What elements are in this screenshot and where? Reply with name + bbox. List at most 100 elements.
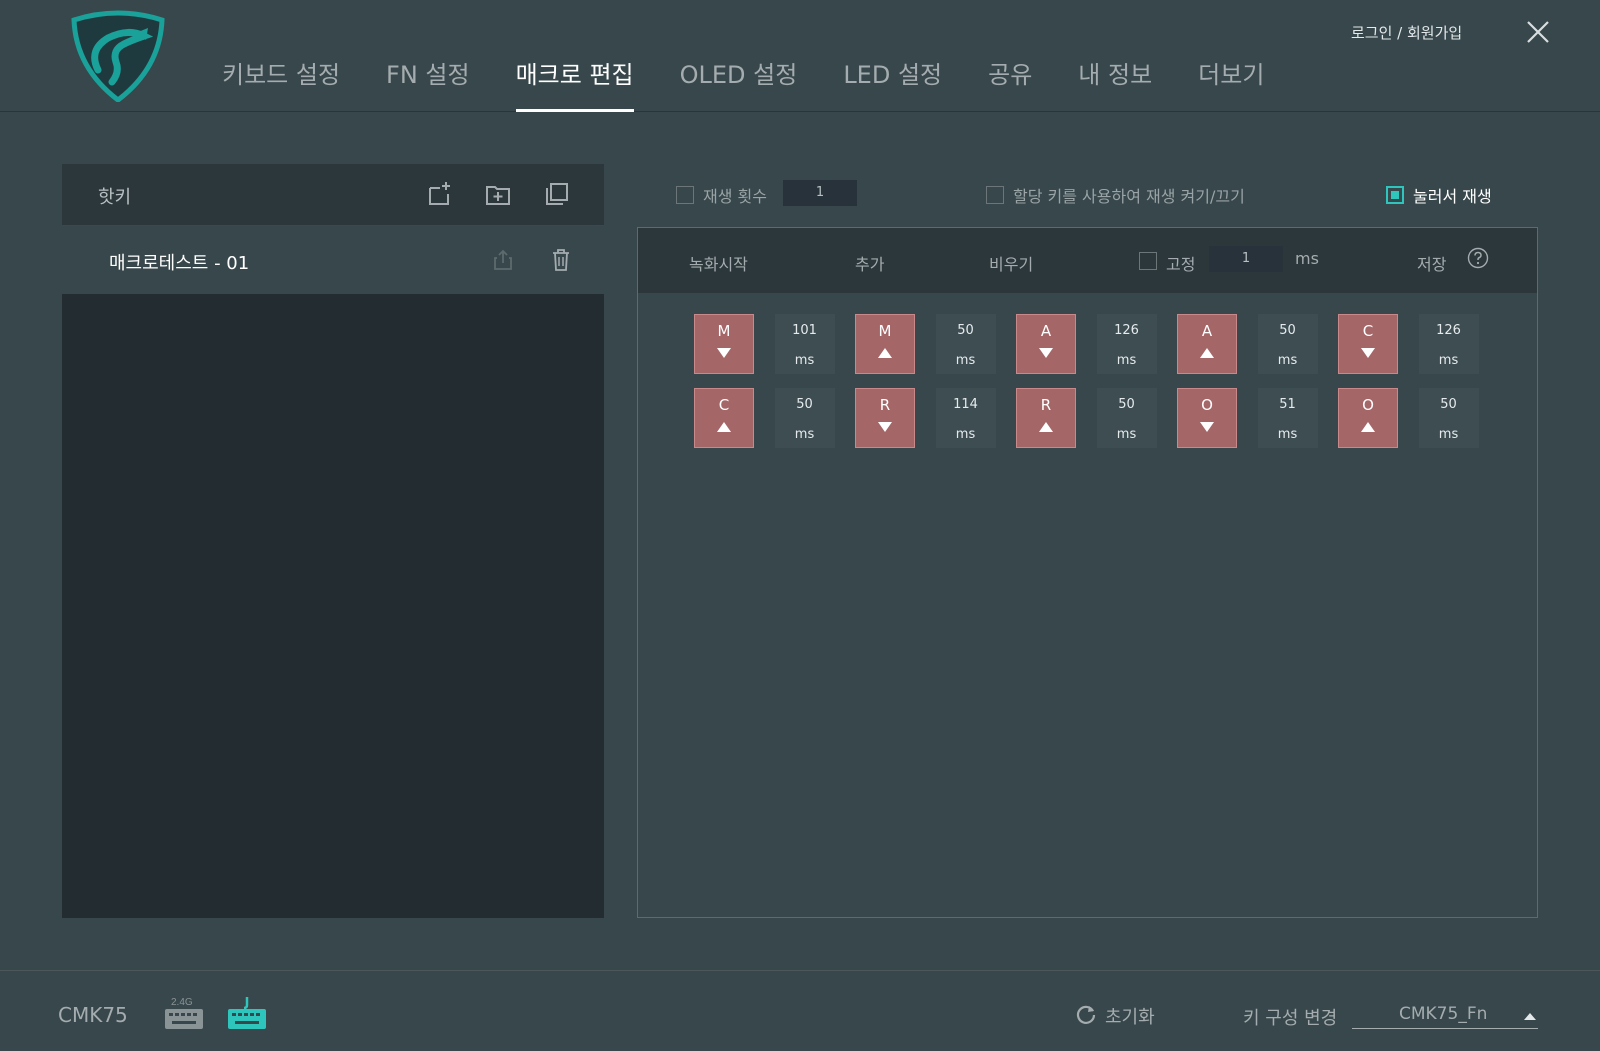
wireless-keyboard-icon[interactable]: 2.4G (163, 995, 205, 1031)
footer: CMK75 2.4G 초기화 키 구성 변경 CMK75_Fn (0, 970, 1600, 1051)
playback-options: 재생 횟수 1 할당 키를 사용하여 재생 켜기/끄기 눌러서 재생 (676, 180, 1516, 213)
snake-shield-logo (71, 10, 165, 102)
delay-value: 101 (792, 323, 817, 338)
macro-editor: 녹화시작 추가 비우기 고정 1 ms 저장 M 101 ms M 50 ms A 126 ms… (637, 227, 1538, 918)
trash-icon[interactable] (550, 248, 572, 272)
macro-key-label: O (1362, 396, 1374, 414)
hold-to-play-label: 눌러서 재생 (1413, 187, 1492, 206)
arrow-up-icon (717, 422, 731, 432)
tab-my-info[interactable]: 내 정보 (1078, 55, 1152, 112)
key-config-value: CMK75_Fn (1399, 1004, 1488, 1024)
close-icon[interactable] (1524, 18, 1552, 46)
fixed-delay-unit: ms (1295, 249, 1319, 268)
new-macro-icon[interactable] (426, 180, 454, 208)
arrow-up-icon (1200, 348, 1214, 358)
delay-value: 50 (1118, 397, 1135, 412)
device-name: CMK75 (58, 1003, 128, 1027)
macro-delay[interactable]: 126 ms (1418, 314, 1479, 374)
macro-delay[interactable]: 51 ms (1257, 388, 1318, 448)
delay-value: 50 (1279, 323, 1296, 338)
delay-unit: ms (794, 353, 815, 368)
macro-key-up[interactable]: A (1177, 314, 1237, 374)
arrow-down-icon (878, 422, 892, 432)
fixed-delay-input[interactable]: 1 (1209, 246, 1283, 272)
add-button[interactable]: 추가 (855, 251, 884, 275)
help-icon[interactable] (1467, 247, 1489, 269)
macro-key-down[interactable]: M (694, 314, 754, 374)
macro-key-label: A (1040, 322, 1052, 340)
save-button[interactable]: 저장 (1417, 251, 1446, 275)
macro-delay[interactable]: 50 ms (1257, 314, 1318, 374)
hotkey-panel: 핫키 매크로테스트 - 01 (62, 164, 604, 918)
delay-unit: ms (955, 353, 976, 368)
fixed-delay-label: 고정 (1166, 255, 1196, 274)
key-config-label: 키 구성 변경 (1243, 1008, 1338, 1029)
tab-more[interactable]: 더보기 (1198, 55, 1264, 112)
hotkey-title: 핫키 (98, 187, 132, 208)
login-signup-link[interactable]: 로그인 / 회원가입 (1351, 22, 1462, 43)
delay-unit: ms (1438, 427, 1459, 442)
delay-value: 51 (1279, 397, 1296, 412)
repeat-count-label: 재생 횟수 (703, 187, 767, 206)
macro-key-label: O (1201, 396, 1213, 414)
tab-macro-edit[interactable]: 매크로 편집 (515, 55, 634, 112)
tab-keyboard-settings[interactable]: 키보드 설정 (222, 55, 340, 112)
caret-up-icon (1524, 1013, 1536, 1020)
delay-unit: ms (1116, 353, 1137, 368)
macro-delay[interactable]: 50 ms (1096, 388, 1157, 448)
arrow-down-icon (1200, 422, 1214, 432)
macro-list-item[interactable]: 매크로테스트 - 01 (62, 226, 604, 294)
repeat-count-checkbox[interactable] (676, 186, 694, 204)
delay-unit: ms (794, 427, 815, 442)
delay-unit: ms (1438, 353, 1459, 368)
export-icon[interactable] (492, 248, 514, 272)
macro-delay[interactable]: 126 ms (1096, 314, 1157, 374)
macro-key-up[interactable]: R (1016, 388, 1076, 448)
toggle-playback-checkbox[interactable] (986, 186, 1004, 204)
macro-delay[interactable]: 114 ms (935, 388, 996, 448)
header: 키보드 설정 FN 설정 매크로 편집 OLED 설정 LED 설정 공유 내 … (0, 0, 1600, 112)
macro-key-label: R (879, 396, 891, 414)
delay-unit: ms (1277, 427, 1298, 442)
macro-key-up[interactable]: M (855, 314, 915, 374)
refresh-icon[interactable] (1075, 1003, 1097, 1025)
repeat-count-input[interactable]: 1 (783, 180, 857, 206)
macro-key-label: C (718, 396, 730, 414)
arrow-up-icon (1361, 422, 1375, 432)
fixed-delay-checkbox[interactable] (1139, 252, 1157, 270)
macro-key-up[interactable]: C (694, 388, 754, 448)
import-folder-icon[interactable] (484, 180, 512, 208)
wireless-badge-label: 2.4G (171, 997, 193, 1008)
macro-delay[interactable]: 50 ms (774, 388, 835, 448)
macro-key-down[interactable]: A (1016, 314, 1076, 374)
wired-keyboard-icon[interactable] (226, 995, 268, 1031)
tab-led-settings[interactable]: LED 설정 (843, 55, 942, 112)
macro-key-down[interactable]: C (1338, 314, 1398, 374)
delay-value: 114 (953, 397, 978, 412)
arrow-down-icon (1039, 348, 1053, 358)
delay-unit: ms (955, 427, 976, 442)
delay-value: 126 (1436, 323, 1461, 338)
tab-share[interactable]: 공유 (988, 55, 1032, 112)
macro-name: 매크로테스트 - 01 (109, 253, 250, 274)
macro-delay[interactable]: 50 ms (935, 314, 996, 374)
key-config-select[interactable]: CMK75_Fn (1352, 1001, 1538, 1029)
macro-key-down[interactable]: O (1177, 388, 1237, 448)
macro-key-label: C (1362, 322, 1374, 340)
macro-delay[interactable]: 50 ms (1418, 388, 1479, 448)
hold-to-play-checkbox[interactable] (1386, 186, 1404, 204)
record-start-button[interactable]: 녹화시작 (689, 251, 748, 275)
editor-toolbar: 녹화시작 추가 비우기 고정 1 ms 저장 (638, 228, 1537, 293)
arrow-down-icon (717, 348, 731, 358)
delay-value: 126 (1114, 323, 1139, 338)
macro-key-up[interactable]: O (1338, 388, 1398, 448)
hotkey-panel-header: 핫키 (62, 164, 604, 226)
macro-delay[interactable]: 101 ms (774, 314, 835, 374)
tab-fn-settings[interactable]: FN 설정 (386, 55, 470, 112)
clear-button[interactable]: 비우기 (989, 251, 1033, 275)
copy-icon[interactable] (543, 180, 571, 208)
macro-key-down[interactable]: R (855, 388, 915, 448)
delay-value: 50 (957, 323, 974, 338)
tab-oled-settings[interactable]: OLED 설정 (680, 55, 798, 112)
reset-button[interactable]: 초기화 (1105, 1003, 1155, 1029)
